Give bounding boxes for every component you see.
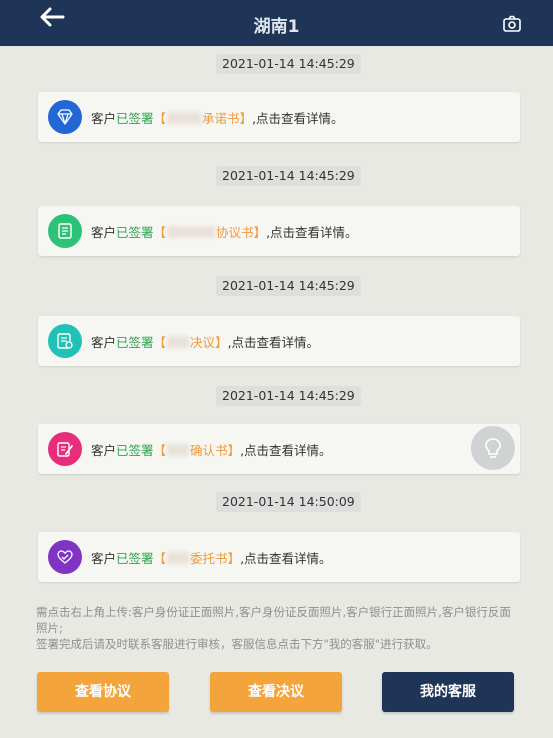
view-agreement-button[interactable]: 查看协议 bbox=[37, 672, 169, 712]
edit-document-icon bbox=[57, 442, 73, 457]
instruction-line: 签署完成后请及时联系客服进行审核，客服信息点击下方"我的客服"进行获取。 bbox=[36, 637, 438, 651]
message-icon bbox=[48, 432, 82, 466]
view-resolution-button[interactable]: 查看决议 bbox=[210, 672, 342, 712]
message-icon bbox=[48, 540, 82, 574]
message-text: 客户已签署【 协议书】,点击查看详情。 bbox=[91, 225, 358, 240]
my-service-button[interactable]: 我的客服 bbox=[382, 672, 514, 712]
timestamp: 2021-01-14 14:45:29 bbox=[216, 54, 361, 74]
timestamp: 2021-01-14 14:45:29 bbox=[216, 386, 361, 406]
message-text: 客户已签署【 决议】,点击查看详情。 bbox=[91, 335, 320, 350]
message-icon bbox=[48, 324, 82, 358]
message-card-resolution[interactable]: 客户已签署【 决议】,点击查看详情。 bbox=[38, 316, 520, 366]
lightbulb-icon bbox=[485, 438, 501, 458]
timestamp: 2021-01-14 14:50:09 bbox=[216, 492, 361, 512]
diamond-icon bbox=[57, 109, 73, 125]
message-icon bbox=[48, 214, 82, 248]
message-text: 客户已签署【 确认书】,点击查看详情。 bbox=[91, 443, 332, 458]
camera-icon bbox=[503, 15, 521, 32]
page-title: 湖南1 bbox=[253, 17, 300, 37]
timestamp: 2021-01-14 14:45:29 bbox=[216, 276, 361, 296]
app-header: 湖南1 bbox=[0, 0, 553, 46]
camera-upload-button[interactable] bbox=[503, 15, 521, 33]
message-icon bbox=[48, 100, 82, 134]
document-icon bbox=[58, 223, 72, 239]
instruction-line: 需点击右上角上传:客户身份证正面照片,客户身份证反面照片,客户银行正面照片,客户… bbox=[36, 605, 511, 635]
assistant-float-button[interactable] bbox=[471, 426, 515, 470]
message-card-confirmation[interactable]: 客户已签署【 确认书】,点击查看详情。 bbox=[38, 424, 520, 474]
message-text: 客户已签署【 委托书】,点击查看详情。 bbox=[91, 551, 332, 566]
message-text: 客户已签署【 承诺书】,点击查看详情。 bbox=[91, 111, 344, 126]
message-card-commitment[interactable]: 客户已签署【 承诺书】,点击查看详情。 bbox=[38, 92, 520, 142]
message-card-agreement[interactable]: 客户已签署【 协议书】,点击查看详情。 bbox=[38, 206, 520, 256]
upload-instructions: 需点击右上角上传:客户身份证正面照片,客户身份证反面照片,客户银行正面照片,客户… bbox=[36, 604, 516, 652]
resolution-icon bbox=[57, 333, 73, 349]
handshake-icon bbox=[57, 550, 73, 564]
message-card-entrustment[interactable]: 客户已签署【 委托书】,点击查看详情。 bbox=[38, 532, 520, 582]
timestamp: 2021-01-14 14:45:29 bbox=[216, 166, 361, 186]
